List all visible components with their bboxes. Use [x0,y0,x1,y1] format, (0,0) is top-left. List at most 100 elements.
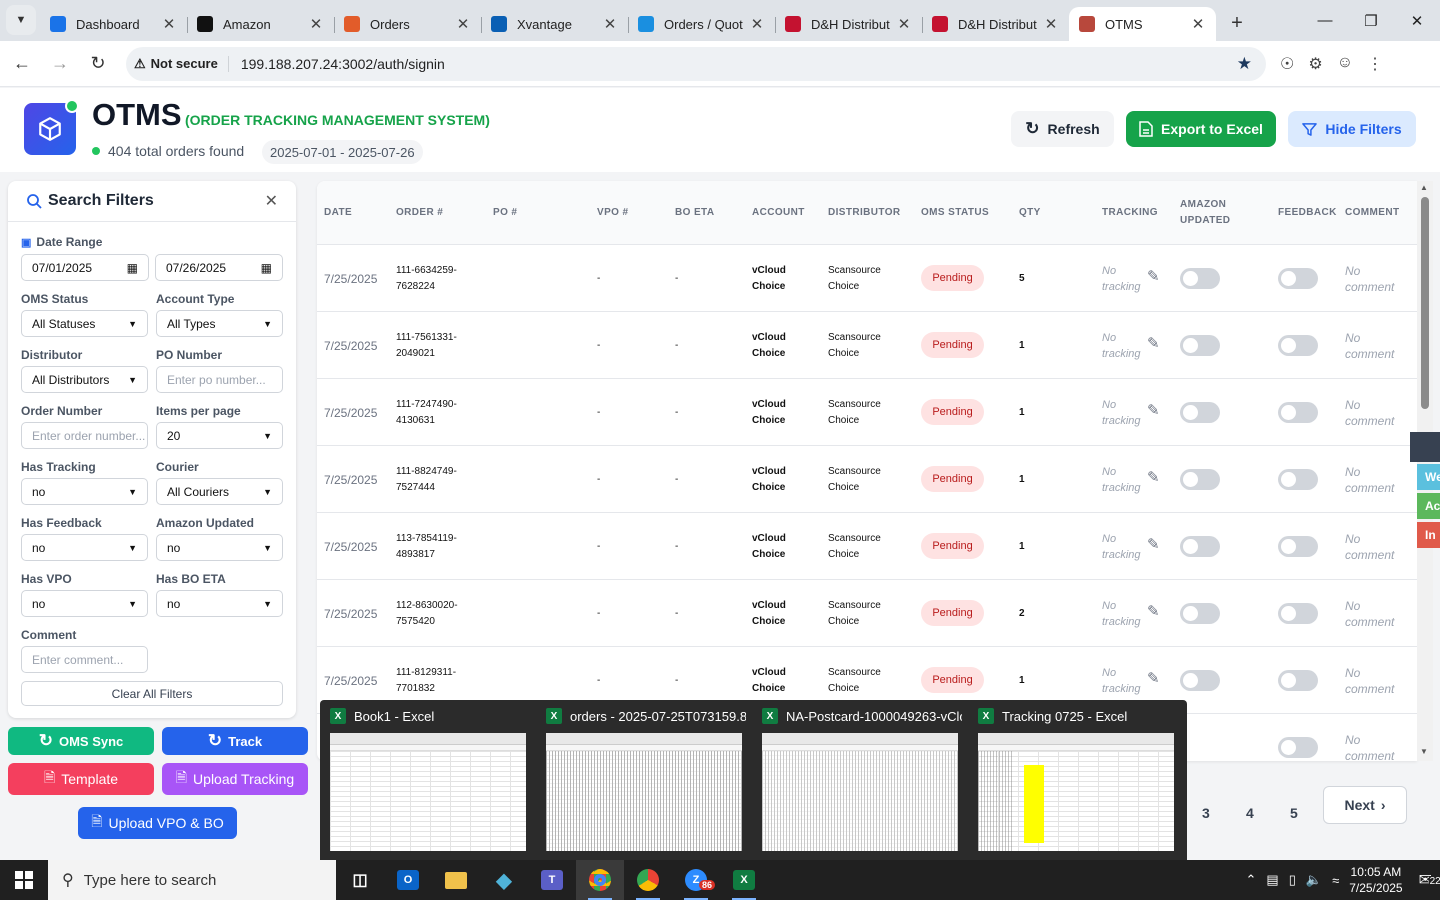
feedback-toggle[interactable] [1278,268,1318,289]
scrollbar-thumb[interactable] [1421,197,1429,409]
amazon-updated-toggle[interactable] [1180,603,1220,624]
globe-icon[interactable]: ☉ [1280,54,1294,74]
browser-tab-7[interactable]: OTMS ✕ [1069,7,1216,41]
chrome-app-active[interactable] [576,860,624,900]
browser-tab-6[interactable]: D&H Distribut ✕ [922,7,1069,41]
track-button[interactable]: ↻ Track [162,727,308,755]
preview-tracking-0725[interactable]: X Tracking 0725 - Excel [968,700,1184,860]
chrome-app[interactable] [624,860,672,900]
wifi-icon[interactable]: ≈ [1332,873,1339,888]
side-tab-1[interactable]: Ac [1417,493,1440,519]
amazon-updated-toggle[interactable] [1180,335,1220,356]
teams-app[interactable]: T [528,860,576,900]
table-row[interactable]: 7/25/2025 111-7561331- 2049021 - - vCloud Choi… [317,312,1417,379]
browser-tab-5[interactable]: D&H Distribut ✕ [775,7,922,41]
upload-tracking-button[interactable]: 🗎 Upload Tracking [162,763,308,795]
browser-tab-2[interactable]: Orders ✕ [334,7,481,41]
cell-comment[interactable]: No comment [1345,580,1394,647]
amazon-updated-toggle[interactable] [1180,536,1220,557]
col-date[interactable]: DATE [324,181,352,245]
page-button-4[interactable]: 4 [1246,805,1254,821]
browser-tab-3[interactable]: Xvantage ✕ [481,7,628,41]
minimize-button[interactable]: — [1302,0,1348,41]
cell-comment[interactable]: No comment [1345,379,1394,446]
cell-comment[interactable]: No comment [1345,513,1394,580]
edit-pencil-icon[interactable]: ✎ [1147,468,1160,486]
col-qty[interactable]: QTY [1019,181,1041,245]
oms-sync-button[interactable]: ↻ OMS Sync [8,727,154,755]
comment-input[interactable]: Enter comment... [21,646,148,673]
clock[interactable]: 10:05 AM 7/25/2025 [1349,864,1402,896]
col-po[interactable]: PO # [493,181,517,245]
extensions-icon[interactable]: ⚙ [1308,54,1322,74]
refresh-button[interactable]: ↻ Refresh [1011,111,1114,147]
cell-order[interactable]: 112-8630020- 7575420 [396,580,458,647]
page-button-3[interactable]: 3 [1202,805,1210,821]
col-feedback[interactable]: FEEDBACK [1278,181,1337,245]
side-panel-handle[interactable] [1410,432,1440,462]
items-per-page-select[interactable]: 20 ▼ [156,422,283,449]
edit-pencil-icon[interactable]: ✎ [1147,334,1160,352]
close-filters-icon[interactable]: ✕ [265,191,278,211]
has-tracking-select[interactable]: no ▼ [21,478,148,505]
scroll-up-icon[interactable]: ▲ [1420,183,1428,192]
template-button[interactable]: 🗎 Template [8,763,154,795]
col-oms-status[interactable]: OMS STATUS [921,181,989,245]
file-explorer-app[interactable] [432,860,480,900]
feedback-toggle[interactable] [1278,469,1318,490]
cell-order[interactable]: 111-8824749- 7527444 [396,446,457,513]
close-tab-icon[interactable]: ✕ [1190,15,1206,33]
feedback-toggle[interactable] [1278,737,1318,758]
account-type-select[interactable]: All Types ▼ [156,310,283,337]
cell-comment[interactable]: No comment [1345,714,1394,762]
table-row[interactable]: 7/25/2025 111-7247490- 4130631 - - vCloud Choi… [317,379,1417,446]
browser-tab-4[interactable]: Orders / Quot ✕ [628,7,775,41]
forward-button[interactable]: → [44,48,76,80]
col-amazon-updated[interactable]: AMAZON UPDATED [1180,181,1230,245]
date-from-input[interactable]: 07/01/2025 ▦ [21,254,149,281]
table-row[interactable]: 7/25/2025 113-7854119- 4893817 - - vCloud Choi… [317,513,1417,580]
page-button-5[interactable]: 5 [1290,805,1298,821]
cell-order[interactable]: 111-7247490- 4130631 [396,379,457,446]
scroll-down-icon[interactable]: ▼ [1420,747,1428,756]
cell-comment[interactable]: No comment [1345,647,1394,714]
restore-button[interactable]: ❐ [1348,0,1394,41]
edit-pencil-icon[interactable]: ✎ [1147,535,1160,553]
feedback-toggle[interactable] [1278,402,1318,423]
kebab-menu-icon[interactable]: ⋮ [1367,54,1383,74]
col-vpo[interactable]: VPO # [597,181,628,245]
zoom-app[interactable]: Z 86 [672,860,720,900]
taskbar-search[interactable]: ⚲ Type here to search [48,860,336,900]
tab-search-button[interactable]: ▼ [6,5,36,35]
amazon-updated-select[interactable]: no ▼ [156,534,283,561]
cell-comment[interactable]: No comment [1345,446,1394,513]
export-excel-button[interactable]: Export to Excel [1126,111,1276,147]
amazon-updated-toggle[interactable] [1180,469,1220,490]
table-row[interactable]: 7/25/2025 111-6634259- 7628224 - - vCloud Choi… [317,245,1417,312]
amazon-updated-toggle[interactable] [1180,402,1220,423]
col-account[interactable]: ACCOUNT [752,181,805,245]
cell-order[interactable]: 111-6634259- 7628224 [396,245,457,312]
calendar-picker-icon[interactable]: ▦ [261,261,272,275]
site-info-button[interactable]: ⚠ Not secure [134,55,229,72]
hide-filters-button[interactable]: Hide Filters [1288,111,1416,147]
start-button[interactable] [0,860,48,900]
feedback-toggle[interactable] [1278,335,1318,356]
oms-status-select[interactable]: All Statuses ▼ [21,310,148,337]
bookmark-star-icon[interactable]: ★ [1237,54,1252,74]
volume-icon[interactable]: 🔈 [1306,872,1322,888]
browser-tab-1[interactable]: Amazon ✕ [187,7,334,41]
battery-icon[interactable]: ▯ [1289,872,1296,888]
side-tab-2[interactable]: In [1417,522,1440,548]
next-page-button[interactable]: Next › [1323,786,1407,824]
cell-order[interactable]: 111-7561331- 2049021 [396,312,457,379]
order-number-input[interactable]: Enter order number... [21,422,148,449]
col-bo-eta[interactable]: BO ETA [675,181,714,245]
notifications-button[interactable]: ✉ 22 [1419,870,1440,890]
edit-pencil-icon[interactable]: ✎ [1147,267,1160,285]
col-tracking[interactable]: TRACKING [1102,181,1158,245]
chevron-up-icon[interactable]: ⌃ [1246,872,1257,888]
cell-comment[interactable]: No comment [1345,245,1394,312]
close-tab-icon[interactable]: ✕ [1043,15,1059,33]
table-row[interactable]: 7/25/2025 112-8630020- 7575420 - - vCloud Choi… [317,580,1417,647]
